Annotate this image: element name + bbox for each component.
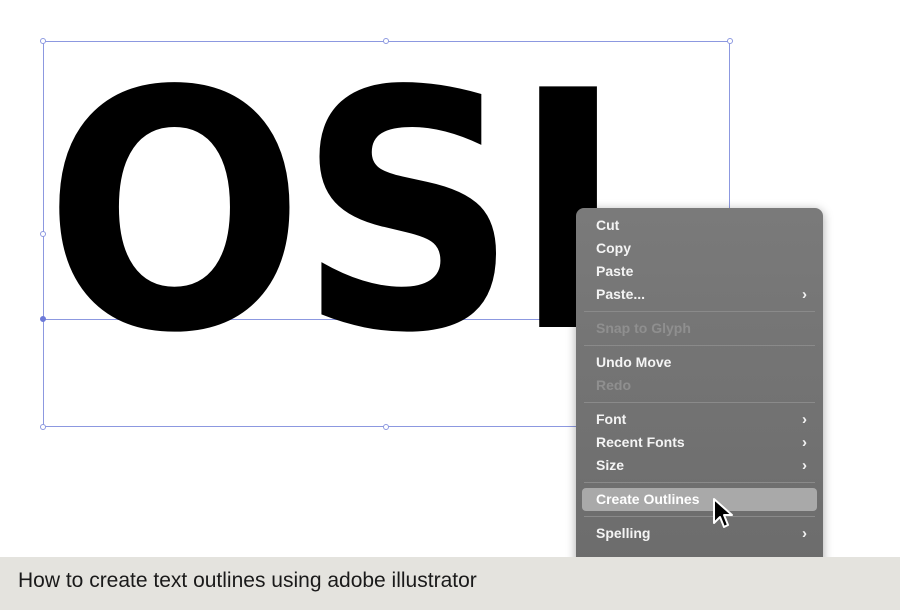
handle-middle-left[interactable] <box>40 231 46 237</box>
menu-separator <box>584 516 815 517</box>
chevron-right-icon: › <box>802 525 807 542</box>
menu-item-create-outlines[interactable]: Create Outlines <box>582 488 817 511</box>
handle-bottom-middle[interactable] <box>383 424 389 430</box>
context-menu: Cut Copy Paste Paste... › Snap to Glyph U… <box>576 208 823 557</box>
menu-item-copy[interactable]: Copy <box>582 237 817 260</box>
chevron-right-icon: › <box>802 457 807 474</box>
menu-separator <box>584 311 815 312</box>
menu-separator <box>584 402 815 403</box>
menu-item-size[interactable]: Size › <box>582 454 817 477</box>
handle-top-left[interactable] <box>40 38 46 44</box>
menu-item-paste-special[interactable]: Paste... › <box>582 283 817 306</box>
menu-item-snap-to-glyph: Snap to Glyph <box>596 320 691 336</box>
baseline-anchor[interactable] <box>40 316 46 322</box>
handle-top-right[interactable] <box>727 38 733 44</box>
menu-item-undo-move[interactable]: Undo Move <box>582 351 817 374</box>
arrow-pointer-icon <box>713 498 733 528</box>
menu-item-font[interactable]: Font › <box>582 408 817 431</box>
menu-item-redo: Redo <box>596 377 631 393</box>
menu-item-paste[interactable]: Paste <box>582 260 817 283</box>
menu-item-recent-fonts[interactable]: Recent Fonts › <box>582 431 817 454</box>
handle-top-middle[interactable] <box>383 38 389 44</box>
chevron-right-icon: › <box>802 434 807 451</box>
menu-item-spelling[interactable]: Spelling › <box>582 522 817 545</box>
handle-bottom-left[interactable] <box>40 424 46 430</box>
menu-item-cut[interactable]: Cut <box>582 214 817 237</box>
chevron-right-icon: › <box>802 286 807 303</box>
chevron-right-icon: › <box>802 411 807 428</box>
caption-text: How to create text outlines using adobe … <box>18 569 477 592</box>
menu-separator <box>584 482 815 483</box>
menu-separator <box>584 345 815 346</box>
artboard: OSL Cut Copy Paste Paste... › Snap to Gly… <box>0 0 900 557</box>
caption-bar: How to create text outlines using adobe … <box>0 557 900 610</box>
